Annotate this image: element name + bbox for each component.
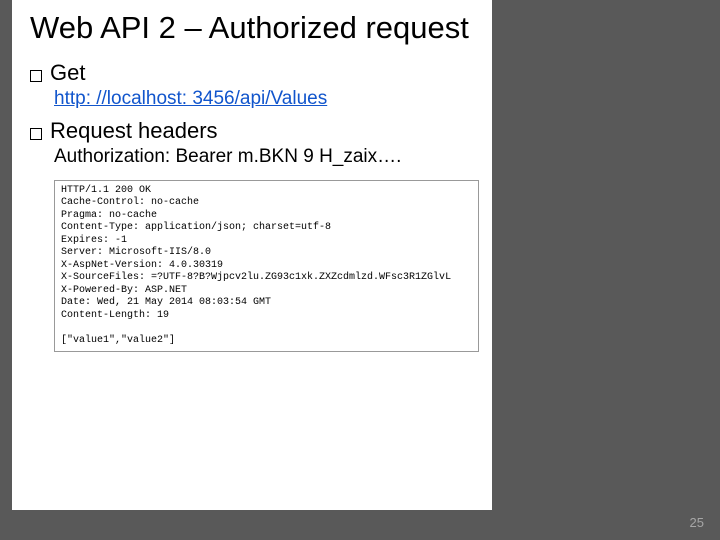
bullet-get-label: Get (50, 60, 85, 86)
response-line: X-SourceFiles: =?UTF-8?B?Wjpcv2lu.ZG93c1… (61, 272, 451, 283)
response-line: Server: Microsoft-IIS/8.0 (61, 247, 211, 258)
response-line: ["value1","value2"] (61, 335, 175, 346)
response-line: Cache-Control: no-cache (61, 197, 199, 208)
response-line: X-Powered-By: ASP.NET (61, 285, 187, 296)
response-line: Pragma: no-cache (61, 210, 157, 221)
response-line: Expires: -1 (61, 235, 127, 246)
response-line: HTTP/1.1 200 OK (61, 185, 151, 196)
bullet-request-headers: Request headers (30, 118, 474, 144)
bullet-box-icon (30, 70, 42, 82)
authorization-header-text: Authorization: Bearer m.BKN 9 H_zaix…. (54, 146, 474, 168)
page-number: 25 (690, 515, 704, 530)
url-link[interactable]: http: //localhost: 3456/api/Values (54, 88, 474, 110)
slide-title: Web API 2 – Authorized request (30, 10, 474, 46)
response-line: Date: Wed, 21 May 2014 08:03:54 GMT (61, 297, 271, 308)
response-line: Content-Length: 19 (61, 310, 169, 321)
slide-content: Web API 2 – Authorized request Get http:… (12, 0, 492, 510)
bullet-headers-label: Request headers (50, 118, 218, 144)
bullet-get: Get (30, 60, 474, 86)
response-line: X-AspNet-Version: 4.0.30319 (61, 260, 223, 271)
http-response-box: HTTP/1.1 200 OK Cache-Control: no-cache … (54, 180, 479, 353)
response-line: Content-Type: application/json; charset=… (61, 222, 331, 233)
bullet-box-icon (30, 128, 42, 140)
